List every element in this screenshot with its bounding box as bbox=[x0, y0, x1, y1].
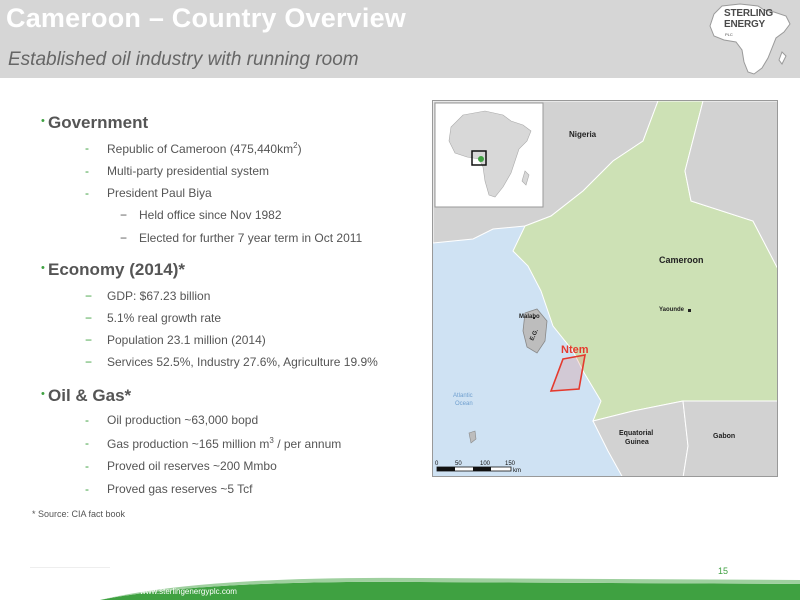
page-title: Cameroon – Country Overview bbox=[6, 3, 407, 33]
header-bar: Cameroon – Country Overview Established … bbox=[0, 0, 800, 78]
dash-icon: - bbox=[85, 186, 89, 200]
dash-icon: − bbox=[85, 289, 93, 303]
company-logo: STERLING ENERGY PLC bbox=[702, 2, 794, 76]
label-malabo: Malabo bbox=[519, 314, 540, 320]
gov-area-close: ) bbox=[297, 142, 302, 156]
dash-icon: − bbox=[85, 355, 93, 369]
oil-item-gas: Gas production ~165 million m3 / per ann… bbox=[107, 436, 341, 451]
bullet-icon: • bbox=[41, 115, 45, 127]
scale-segment bbox=[437, 467, 455, 471]
scale-label-150: 150 bbox=[505, 461, 516, 467]
footer-band bbox=[100, 577, 800, 600]
subdash-icon: − bbox=[120, 231, 128, 245]
gov-item-system: Multi-party presidential system bbox=[107, 164, 270, 178]
label-equatorial: Equatorial bbox=[619, 430, 653, 437]
gov-item-area: Republic of Cameroon (475,440km2) bbox=[107, 141, 302, 156]
dash-icon: - bbox=[85, 413, 89, 427]
dash-icon: - bbox=[85, 459, 89, 473]
dash-icon: − bbox=[85, 333, 93, 347]
econ-item-gdp: GDP: $67.23 billion bbox=[107, 289, 211, 303]
gas-text: Gas production ~165 million m bbox=[107, 437, 270, 451]
source-note: * Source: CIA fact book bbox=[32, 509, 126, 519]
page-number: 15 bbox=[718, 566, 729, 576]
label-cameroon: Cameroon bbox=[659, 255, 704, 265]
footer-website-link[interactable]: www.sterlingenergyplc.com bbox=[140, 587, 237, 596]
subdash-icon: − bbox=[120, 208, 128, 222]
logo-plc: PLC bbox=[725, 32, 733, 37]
econ-item-sectors: Services 52.5%, Industry 27.6%, Agricult… bbox=[107, 355, 378, 369]
label-gabon: Gabon bbox=[713, 433, 735, 440]
label-nigeria: Nigeria bbox=[569, 130, 597, 139]
section-heading-oil-gas: Oil & Gas* bbox=[48, 386, 132, 405]
bullet-icon: • bbox=[41, 262, 45, 274]
oil-item-gas-reserves: Proved gas reserves ~5 Tcf bbox=[107, 482, 253, 496]
label-yaounde: Yaounde bbox=[659, 307, 685, 313]
scale-label-50: 50 bbox=[455, 461, 462, 467]
logo-wordmark: STERLING ENERGY bbox=[724, 8, 773, 30]
econ-item-population: Population 23.1 million (2014) bbox=[107, 333, 266, 347]
oil-item-production: Oil production ~63,000 bopd bbox=[107, 413, 259, 427]
label-ntem: Ntem bbox=[561, 344, 589, 356]
gov-area-text: Republic of Cameroon (475,440km bbox=[107, 142, 294, 156]
dash-icon: - bbox=[85, 482, 89, 496]
section-heading-economy: Economy (2014)* bbox=[48, 260, 185, 279]
footer-divider bbox=[30, 567, 110, 568]
gov-subitem-elected: Elected for further 7 year term in Oct 2… bbox=[139, 231, 363, 245]
gov-item-president: President Paul Biya bbox=[107, 186, 212, 200]
gas-unit: / per annum bbox=[273, 437, 342, 451]
bullet-icon: • bbox=[41, 388, 45, 400]
econ-item-growth: 5.1% real growth rate bbox=[107, 311, 222, 325]
dash-icon: - bbox=[85, 436, 89, 450]
section-heading-government: Government bbox=[48, 113, 149, 132]
inset-cameroon-marker bbox=[478, 156, 484, 162]
dash-icon: - bbox=[85, 141, 89, 155]
page-subtitle: Established oil industry with running ro… bbox=[8, 49, 359, 70]
logo-line-2: ENERGY bbox=[724, 19, 766, 30]
location-map: Nigeria Cameroon Yaounde Malabo E.G. Nte… bbox=[432, 100, 778, 477]
dash-icon: - bbox=[85, 164, 89, 178]
scale-segment bbox=[473, 467, 491, 471]
oil-item-reserves: Proved oil reserves ~200 Mmbo bbox=[107, 459, 277, 473]
logo-line-1: STERLING bbox=[724, 8, 773, 19]
yaounde-marker bbox=[688, 309, 691, 312]
dash-icon: − bbox=[85, 311, 93, 325]
gov-subitem-office: Held office since Nov 1982 bbox=[139, 208, 282, 222]
scale-unit: km bbox=[513, 468, 521, 474]
label-ocean: Ocean bbox=[455, 401, 473, 407]
label-atlantic: Atlantic bbox=[453, 393, 473, 399]
map-graphic: Nigeria Cameroon Yaounde Malabo E.G. Nte… bbox=[433, 101, 777, 476]
label-guinea: Guinea bbox=[625, 439, 649, 446]
scale-label-100: 100 bbox=[480, 461, 491, 467]
